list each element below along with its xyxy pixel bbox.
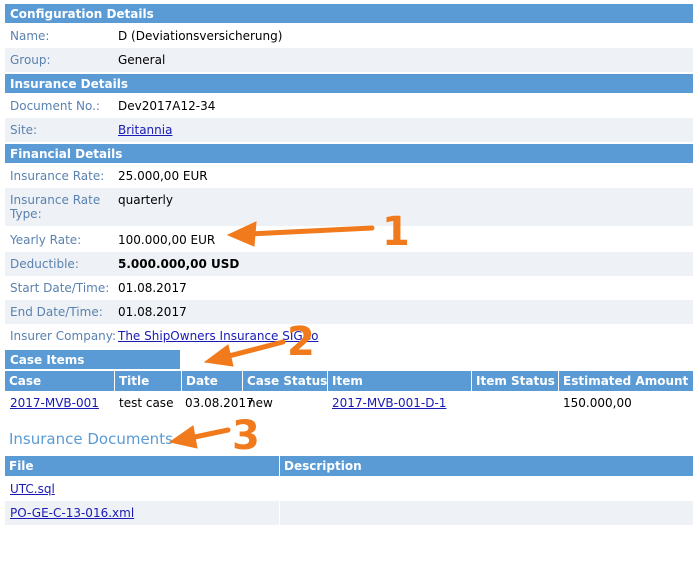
- estimated-amount: 150.000,00: [563, 396, 632, 410]
- field-value: quarterly: [118, 193, 173, 207]
- case-title: test case: [119, 396, 174, 410]
- section-header-financial: Financial Details: [5, 144, 693, 163]
- field-label-line1: Insurance Rate: [10, 193, 101, 207]
- field-value: 01.08.2017: [118, 305, 187, 319]
- column-divider: [279, 501, 280, 525]
- field-label: Insurance Rate:: [10, 169, 105, 183]
- document-file-link[interactable]: UTC.sql: [10, 482, 55, 496]
- field-value: Dev2017A12-34: [118, 99, 216, 113]
- financial-row-end: End Date/Time: 01.08.2017: [5, 300, 693, 324]
- field-value: 100.000,00 EUR: [118, 233, 216, 247]
- case-status: new: [248, 396, 273, 410]
- financial-row-insurer: Insurer Company: The ShipOwners Insuranc…: [5, 324, 693, 348]
- case-link[interactable]: 2017-MVB-001: [10, 396, 99, 410]
- case-date: 03.08.2017: [185, 396, 254, 410]
- field-value: General: [118, 53, 166, 67]
- financial-row-deductible: Deductible: 5.000.000,00 USD: [5, 252, 693, 276]
- arrow-2-head-icon: [203, 344, 234, 367]
- column-header-description: Description: [284, 459, 362, 473]
- column-header-title: Title: [115, 371, 182, 391]
- field-value: 01.08.2017: [118, 281, 187, 295]
- field-label-line2: Type:: [10, 207, 42, 221]
- config-row-group: Group: General: [5, 48, 693, 72]
- column-header-item-status: Item Status: [472, 371, 559, 391]
- item-link[interactable]: 2017-MVB-001-D-1: [332, 396, 446, 410]
- financial-row-rate: Insurance Rate: 25.000,00 EUR: [5, 164, 693, 188]
- column-header-date: Date: [182, 371, 243, 391]
- field-label: End Date/Time:: [10, 305, 103, 319]
- document-file-link[interactable]: PO-GE-C-13-016.xml: [10, 506, 134, 520]
- annotation-number-1: 1: [382, 209, 410, 255]
- field-value: D (Deviationsversicherung): [118, 29, 283, 43]
- site-link[interactable]: Britannia: [118, 123, 172, 137]
- table-row: 2017-MVB-001 test case 03.08.2017 new 20…: [5, 391, 693, 417]
- field-value: 5.000.000,00 USD: [118, 257, 240, 271]
- config-row-name: Name: D (Deviationsversicherung): [5, 24, 693, 48]
- arrow-3-head-icon: [168, 425, 198, 449]
- field-label: Start Date/Time:: [10, 281, 110, 295]
- case-items-header-row: Case Title Date Case Status Item Item St…: [5, 371, 693, 391]
- section-header-configuration: Configuration Details: [5, 4, 693, 23]
- field-value: 25.000,00 EUR: [118, 169, 208, 183]
- column-header-item: Item: [328, 371, 472, 391]
- field-label: Insurer Company:: [10, 329, 117, 343]
- field-label: Name:: [10, 29, 50, 43]
- list-item: UTC.sql: [5, 477, 693, 501]
- documents-header-row: File Description: [5, 456, 693, 476]
- annotation-number-2: 2: [287, 319, 315, 365]
- financial-row-start: Start Date/Time: 01.08.2017: [5, 276, 693, 300]
- section-header-insurance: Insurance Details: [5, 74, 693, 93]
- column-header-case: Case: [5, 371, 115, 391]
- column-header-case-status: Case Status: [243, 371, 328, 391]
- list-item: PO-GE-C-13-016.xml: [5, 501, 693, 525]
- section-header-case-items: Case Items: [5, 350, 180, 369]
- annotation-number-3: 3: [232, 413, 260, 459]
- column-header-estimated-amount: Estimated Amount: [563, 374, 689, 388]
- financial-row-rate-type: Insurance Rate Type: quarterly: [5, 188, 693, 226]
- column-header-file: File: [5, 456, 280, 476]
- financial-row-yearly: Yearly Rate: 100.000,00 EUR: [5, 226, 693, 252]
- insurance-row-site: Site: Britannia: [5, 118, 693, 142]
- arrow-3-icon: [187, 427, 231, 441]
- field-label: Document No.:: [10, 99, 100, 113]
- insurance-row-document: Document No.: Dev2017A12-34: [5, 94, 693, 118]
- field-label: Site:: [10, 123, 38, 137]
- insurance-documents-title: Insurance Documents: [9, 430, 173, 448]
- field-label: Group:: [10, 53, 51, 67]
- field-label: Deductible:: [10, 257, 79, 271]
- field-label: Yearly Rate:: [10, 233, 82, 247]
